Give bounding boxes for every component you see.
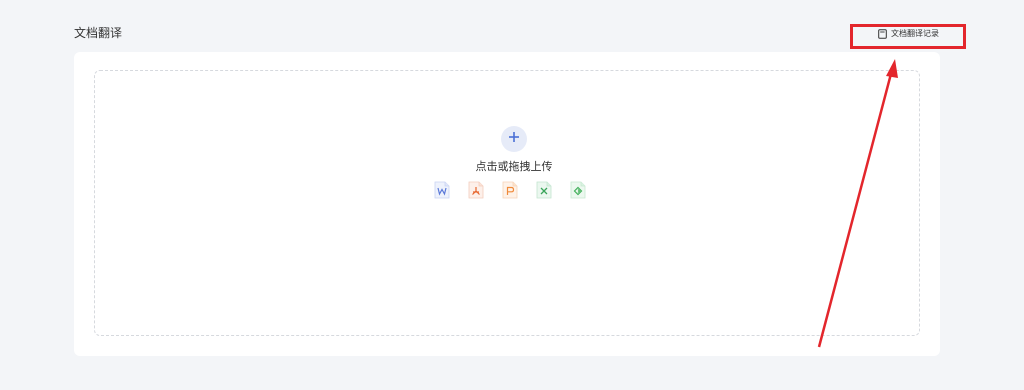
annotation-arrow [817,59,898,348]
